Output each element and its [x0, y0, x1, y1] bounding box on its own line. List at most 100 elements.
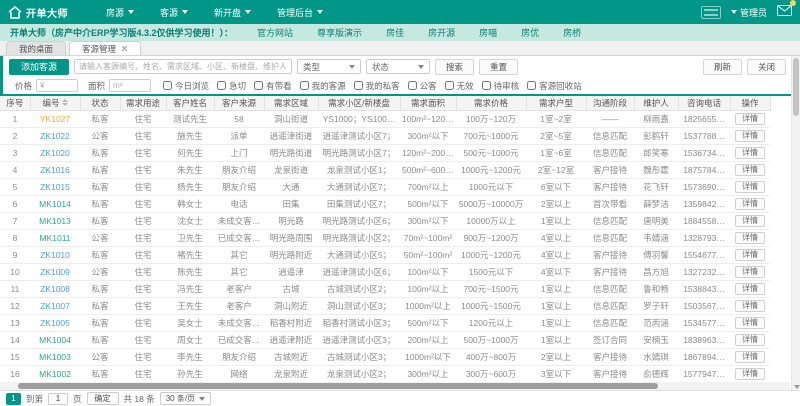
checkbox-input[interactable] — [353, 81, 363, 90]
reset-button[interactable]: 重置 — [479, 58, 519, 75]
area-input[interactable] — [109, 79, 152, 92]
cell-code[interactable]: MK1013 — [30, 212, 80, 230]
cell-code[interactable]: MK1014 — [30, 195, 80, 213]
user-menu[interactable]: 管理员 — [730, 6, 767, 19]
cell-code[interactable]: ZK1010 — [30, 246, 80, 264]
horizontal-scrollbar-thumb[interactable] — [18, 383, 658, 389]
search-button[interactable]: 搜索 — [435, 58, 475, 75]
cell-code[interactable]: MK1011 — [30, 229, 80, 247]
total-count: 共 18 条 — [123, 393, 155, 404]
cell-code[interactable]: MK1002 — [30, 365, 80, 382]
topbar-menu-item[interactable]: 管理后台 — [277, 6, 324, 19]
cell-code[interactable]: YK1027 — [30, 110, 80, 128]
notice-link[interactable]: 房开源 — [428, 26, 455, 39]
cell-code[interactable]: ZK1005 — [30, 314, 80, 332]
detail-button[interactable]: 详情 — [735, 231, 765, 244]
checkbox-input[interactable] — [254, 81, 264, 90]
detail-button[interactable]: 详情 — [735, 367, 765, 380]
detail-button[interactable]: 详情 — [735, 129, 765, 142]
detail-button[interactable]: 详情 — [735, 197, 765, 210]
notice-link[interactable]: 房喵 — [479, 26, 497, 39]
cell-code[interactable]: MK1004 — [30, 331, 80, 349]
checkbox-input[interactable] — [299, 81, 309, 90]
status-select[interactable]: 状态 — [366, 59, 431, 74]
cell-code[interactable]: ZK1022 — [30, 127, 80, 145]
detail-button[interactable]: 详情 — [735, 146, 765, 159]
detail-button[interactable]: 详情 — [735, 265, 765, 278]
cell-no: 6 — [0, 195, 30, 213]
tab-item[interactable]: 我的桌面 — [6, 41, 67, 55]
cell-code[interactable]: ZK1009 — [30, 263, 80, 281]
filter-checkbox[interactable]: 待审核 — [481, 80, 519, 92]
page-button-1[interactable]: 1 — [6, 392, 21, 405]
table-row: 4 ZK1016 私客 住宅 朱先生 朋友介绍 龙泉街道 龙泉测试小区1； 500m²~600m… — [0, 161, 770, 179]
cell-code[interactable]: ZK1007 — [30, 297, 80, 315]
filter-checkbox[interactable]: 客源回收站 — [527, 80, 582, 92]
checkbox-input[interactable] — [217, 81, 227, 90]
close-icon[interactable] — [121, 45, 128, 52]
filter-checkbox[interactable]: 我的私客 — [353, 80, 400, 92]
checkbox-input[interactable] — [444, 81, 454, 90]
type-select[interactable]: 类型 — [297, 59, 362, 74]
topbar-menu-item[interactable]: 客源 — [160, 6, 189, 19]
filter-checkbox[interactable]: 公客 — [407, 80, 437, 92]
tab-active[interactable]: 客源管理 — [69, 41, 142, 55]
detail-button[interactable]: 详情 — [735, 180, 765, 193]
checkbox-input[interactable] — [407, 81, 417, 90]
cell-code[interactable]: ZK1008 — [30, 280, 80, 298]
topbar-menu-item[interactable]: 房源 — [106, 6, 135, 19]
cell-action: 详情 — [730, 178, 770, 196]
checkbox-input[interactable] — [481, 81, 491, 90]
goto-page-input[interactable] — [48, 392, 69, 405]
notice-link[interactable]: 房桥 — [563, 26, 581, 39]
notice-link[interactable]: 尊享版演示 — [317, 26, 362, 39]
goto-confirm-button[interactable]: 确定 — [86, 392, 119, 405]
detail-button[interactable]: 详情 — [735, 316, 765, 329]
detail-button[interactable]: 详情 — [735, 112, 765, 125]
cell-region: 逍遥津 — [264, 263, 318, 281]
close-button[interactable]: 关闭 — [746, 58, 786, 75]
cell-code[interactable]: ZK1020 — [30, 144, 80, 162]
price-input[interactable] — [36, 79, 79, 92]
vertical-scrollbar[interactable] — [791, 56, 800, 390]
horizontal-scrollbar[interactable] — [0, 382, 790, 390]
add-customer-button[interactable]: 添加客源 — [9, 58, 70, 75]
refresh-button[interactable]: 刷新 — [702, 58, 742, 75]
filter-checkboxes: 今日浏览 急切 有带看 我的客源 我的私客 公客 无效 待审核 客源回收站 — [155, 80, 582, 92]
cell-code[interactable]: ZK1015 — [30, 178, 80, 196]
filter-checkbox[interactable]: 无效 — [444, 80, 474, 92]
filter-checkbox[interactable]: 今日浏览 — [163, 80, 209, 92]
cell-region: 田集 — [264, 195, 318, 213]
detail-button[interactable]: 详情 — [735, 214, 765, 227]
column-header: 状态 — [80, 96, 121, 111]
column-header[interactable]: 编号 — [30, 96, 81, 111]
detail-button[interactable]: 详情 — [735, 299, 765, 312]
topbar-menu-item[interactable]: 新开盘 — [214, 6, 252, 19]
cell-area: 70m²~100m² — [400, 229, 456, 247]
detail-button[interactable]: 详情 — [735, 248, 765, 261]
column-header-inner: 客户来源 — [215, 97, 264, 109]
vertical-scrollbar-thumb[interactable] — [793, 58, 799, 116]
detail-button[interactable]: 详情 — [735, 282, 765, 295]
checkbox-input[interactable] — [163, 81, 173, 90]
mail-button[interactable] — [777, 0, 796, 21]
detail-button[interactable]: 详情 — [735, 333, 765, 346]
detail-button[interactable]: 详情 — [735, 163, 765, 176]
filter-checkbox[interactable]: 我的客源 — [299, 80, 346, 92]
cell-code[interactable]: MK1003 — [30, 348, 80, 366]
notice-link[interactable]: 房优 — [521, 26, 539, 39]
page-size-select[interactable]: 30 条/页 — [159, 392, 212, 405]
detail-button[interactable]: 详情 — [735, 350, 765, 363]
cell-source: 58 — [214, 110, 264, 128]
cell-rooms: 1室以上 — [526, 280, 586, 298]
filter-checkbox[interactable]: 急切 — [217, 80, 246, 92]
cell-code[interactable]: ZK1016 — [30, 161, 80, 179]
search-input[interactable] — [74, 59, 293, 74]
cell-region: 明光路街道 — [264, 144, 318, 162]
notice-link[interactable]: 房佳 — [386, 26, 404, 39]
filter-checkbox[interactable]: 有带看 — [254, 80, 292, 92]
checkbox-input[interactable] — [527, 81, 537, 90]
cell-stage: 客户接待 — [586, 348, 634, 366]
cell-rooms: 3室以下 — [526, 365, 586, 382]
notice-link[interactable]: 官方网站 — [257, 26, 293, 39]
